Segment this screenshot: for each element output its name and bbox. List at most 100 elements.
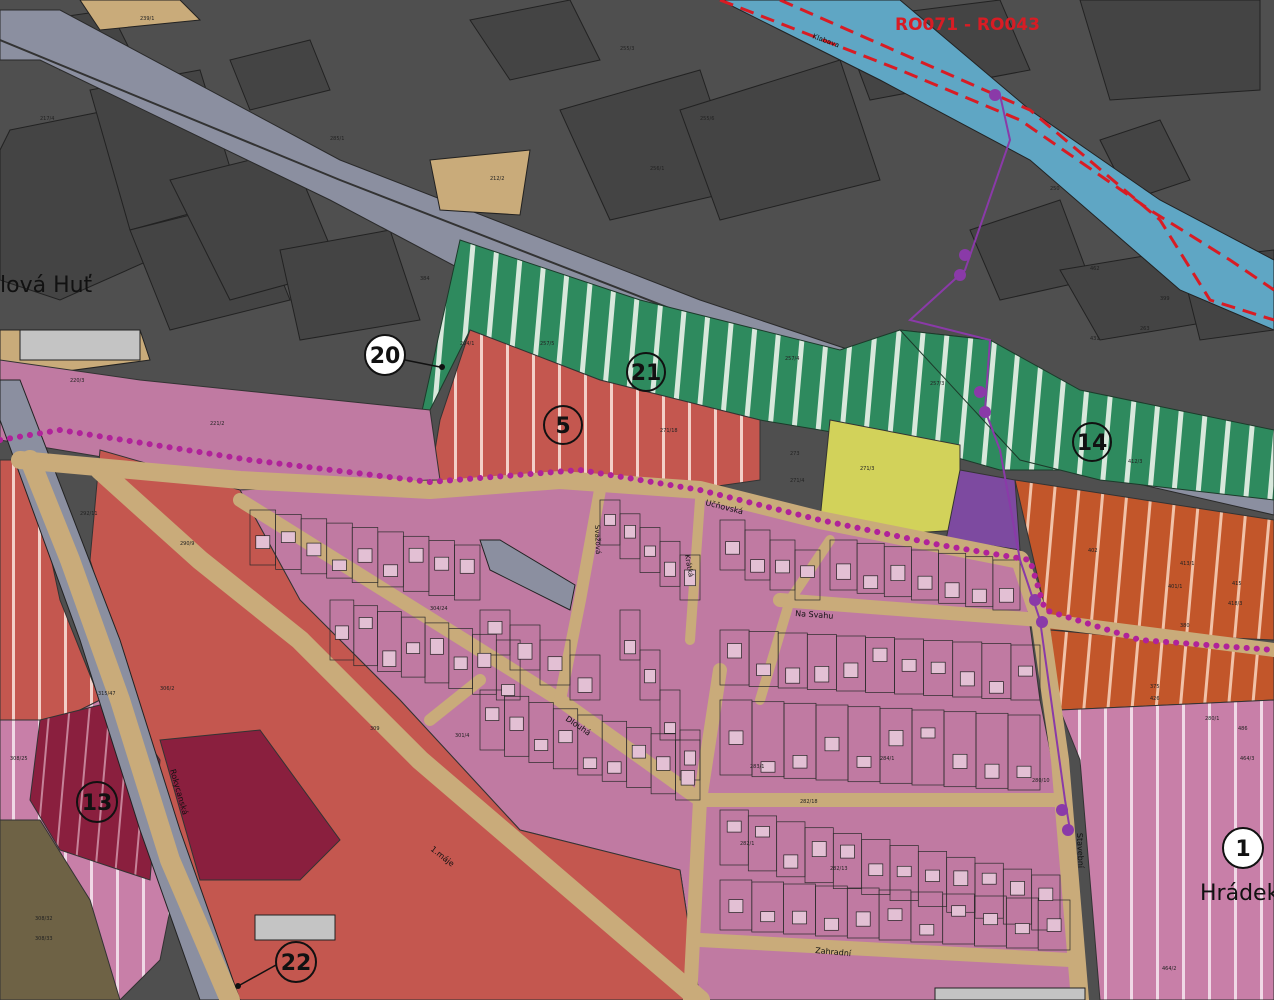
building [582,757,598,769]
building [887,908,903,921]
building [664,561,676,577]
building [644,669,656,684]
building [726,820,742,833]
building [917,575,933,590]
parcel-number: 217/4 [40,116,54,122]
building [255,535,271,549]
parcel-number: 380 [1180,623,1190,629]
parcel-number: 464/3 [1240,756,1254,762]
building [896,865,912,878]
building [1046,918,1062,932]
svg-text:21: 21 [631,361,662,386]
building [631,744,646,759]
parcel-number: 412/3 [1128,459,1142,465]
svg-text:1: 1 [1235,837,1250,862]
building [547,656,563,671]
parcel-number: 306/2 [160,686,174,692]
building [971,588,987,603]
building [558,730,573,744]
building [755,826,770,838]
building [792,755,808,769]
building [509,716,524,731]
building [999,588,1014,603]
parcel-number: 290/9 [180,541,194,547]
road-patch [429,149,531,216]
parcel-number: 402 [1088,548,1098,554]
parcel-number: 224/1 [460,341,474,347]
terrace-row [254,914,336,941]
building [1010,881,1025,896]
building [332,559,347,571]
parcel-number: 256/1 [650,166,664,172]
building [901,659,917,672]
parcel-number: 462 [1090,266,1100,272]
building [868,863,884,876]
building [656,756,671,771]
zoning-map[interactable]: 20 21 5 14 13 22 1 RO071 - RO043 Klabava… [0,0,1274,1000]
parcel-number: 271/4 [790,478,804,484]
building [728,899,744,913]
building [644,545,656,557]
parcel-number: 308/32 [35,916,53,922]
parcel-number: 212/2 [490,176,504,182]
building [477,652,492,668]
parcel-number: 315/47 [98,691,116,697]
parcel-number: 431 [1090,336,1100,342]
building [760,911,776,923]
building [534,739,549,751]
building [890,564,906,581]
building [840,844,855,859]
street-label-stavebni: Stavební [1075,833,1085,869]
building [728,730,744,745]
building [607,761,622,774]
parcel-number: 309 [370,726,380,732]
parcel-number: 280/1 [1205,716,1219,722]
building [836,563,851,580]
building [434,556,450,571]
building [334,625,349,640]
svg-text:14: 14 [1077,431,1108,456]
place-label-nova-hut: lová Huť [0,273,93,298]
parcel-number: 308/25 [10,756,28,762]
parcel-number: 426 [1150,696,1160,702]
building [459,558,475,574]
building [953,870,969,886]
building [624,640,636,655]
building [951,905,966,917]
building [453,656,468,670]
parcel-number: 255/3 [620,46,634,52]
parcel-number: 304/24 [430,606,448,612]
svg-text:5: 5 [555,414,570,439]
parcel-number: 399 [1160,296,1170,302]
building [981,872,997,885]
parcel-number: 418/3 [1228,601,1242,607]
building [959,671,975,687]
zone-marker-1[interactable]: 1 [1222,827,1264,869]
building [680,770,695,786]
svg-text:13: 13 [82,791,113,816]
building [984,763,1000,779]
building [306,542,322,557]
parcel-number: 257/3 [930,381,944,387]
parcel-number: 401/1 [1168,584,1182,590]
parcel-number: 486 [1238,726,1248,732]
place-label-hradek: Hrádek [1200,881,1274,906]
parcel-number: 292/11 [80,511,98,517]
building [684,750,696,766]
building [775,559,790,574]
building [792,910,807,925]
building [382,650,397,667]
parcel-number: 282/13 [830,866,848,872]
building [727,643,742,659]
parcel-number: 284/1 [880,756,894,762]
building [487,621,503,635]
building [863,575,879,589]
building [800,565,815,578]
building [664,722,676,734]
building [983,913,998,926]
parcel-number: 282/18 [800,799,818,805]
parcel-number: 271/18 [660,428,678,434]
parcel-number: 239/1 [140,16,154,22]
parcel-number: 413/1 [1180,561,1194,567]
building [429,638,444,655]
